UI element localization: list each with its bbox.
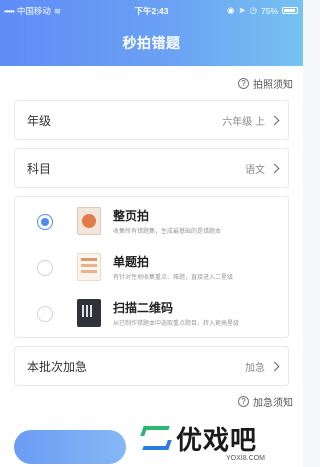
option-desc: 收集所有错题集，生成最基础的是错题本 [113, 229, 222, 235]
option-title: 扫描二维码 [113, 301, 174, 315]
urgent-help-label: 加急须知 [253, 398, 293, 409]
option-desc: 有针对性地收集重点、难题，直接进入二星级 [113, 275, 234, 281]
grade-label: 年级 [27, 113, 52, 128]
radio-single-question[interactable] [37, 260, 53, 276]
help-circle-icon: ? [238, 78, 249, 89]
chevron-right-icon [269, 361, 280, 371]
subject-value: 语文 [245, 164, 265, 176]
battery-icon [282, 7, 298, 14]
option-title: 单题拍 [113, 255, 150, 269]
subject-label: 科目 [27, 161, 52, 176]
location-icon: ➤ [238, 5, 246, 15]
page-photo-icon [77, 207, 101, 235]
grade-value: 六年级 上 [222, 116, 265, 128]
qr-code-icon [77, 299, 101, 327]
main-content: ? 拍照须知 年级 六年级 上 科目 语文 整页拍 收集所有错题集，生成最基础的… [0, 66, 303, 467]
battery-percent: 75% [260, 5, 278, 16]
watermark-text: 优戏吧 [176, 426, 258, 456]
header: ••••• 中国移动 ≋ 下午2:43 ◉ ➤ ◷ 75% 秒拍错题 [0, 0, 303, 66]
urgent-row[interactable]: 本批次加急 加急 [14, 346, 289, 386]
chevron-right-icon [269, 115, 280, 125]
single-question-icon [77, 253, 101, 281]
watermark-logo-icon [140, 424, 172, 454]
grade-row[interactable]: 年级 六年级 上 [14, 100, 289, 140]
radio-scan-qr[interactable] [37, 306, 53, 322]
help-circle-icon: ? [238, 396, 249, 407]
page-title: 秒拍错题 [122, 35, 181, 51]
option-single-question[interactable]: 单题拍 有针对性地收集重点、难题，直接进入二星级 [15, 245, 290, 291]
urgent-label: 本批次加急 [27, 359, 88, 374]
option-full-page[interactable]: 整页拍 收集所有错题集，生成最基础的是错题本 [15, 199, 290, 245]
option-desc: 从已制作错题本中选取重点题目，转入更高星级 [113, 321, 240, 327]
radio-full-page[interactable] [37, 214, 53, 230]
alarm-icon: ◷ [249, 5, 257, 15]
chevron-right-icon [269, 163, 280, 173]
subject-row[interactable]: 科目 语文 [14, 148, 289, 188]
photo-help-link[interactable]: ? 拍照须知 [238, 76, 293, 91]
option-scan-qr[interactable]: 扫描二维码 从已制作错题本中选取重点题目，转入更高星级 [15, 291, 290, 337]
capture-mode-group: 整页拍 收集所有错题集，生成最基础的是错题本 单题拍 有针对性地收集重点、难题，… [14, 196, 289, 338]
submit-button[interactable] [14, 430, 126, 464]
watermark: 优戏吧 YOXI8.COM [136, 418, 301, 466]
status-bar: ••••• 中国移动 ≋ 下午2:43 ◉ ➤ ◷ 75% [0, 0, 303, 20]
urgent-help-link[interactable]: ? 加急须知 [238, 394, 293, 409]
option-title: 整页拍 [113, 209, 150, 223]
photo-help-label: 拍照须知 [253, 80, 293, 91]
lock-rotation-icon: ◉ [227, 5, 235, 15]
watermark-url: YOXI8.COM [226, 455, 265, 462]
urgent-value: 加急 [245, 362, 265, 374]
